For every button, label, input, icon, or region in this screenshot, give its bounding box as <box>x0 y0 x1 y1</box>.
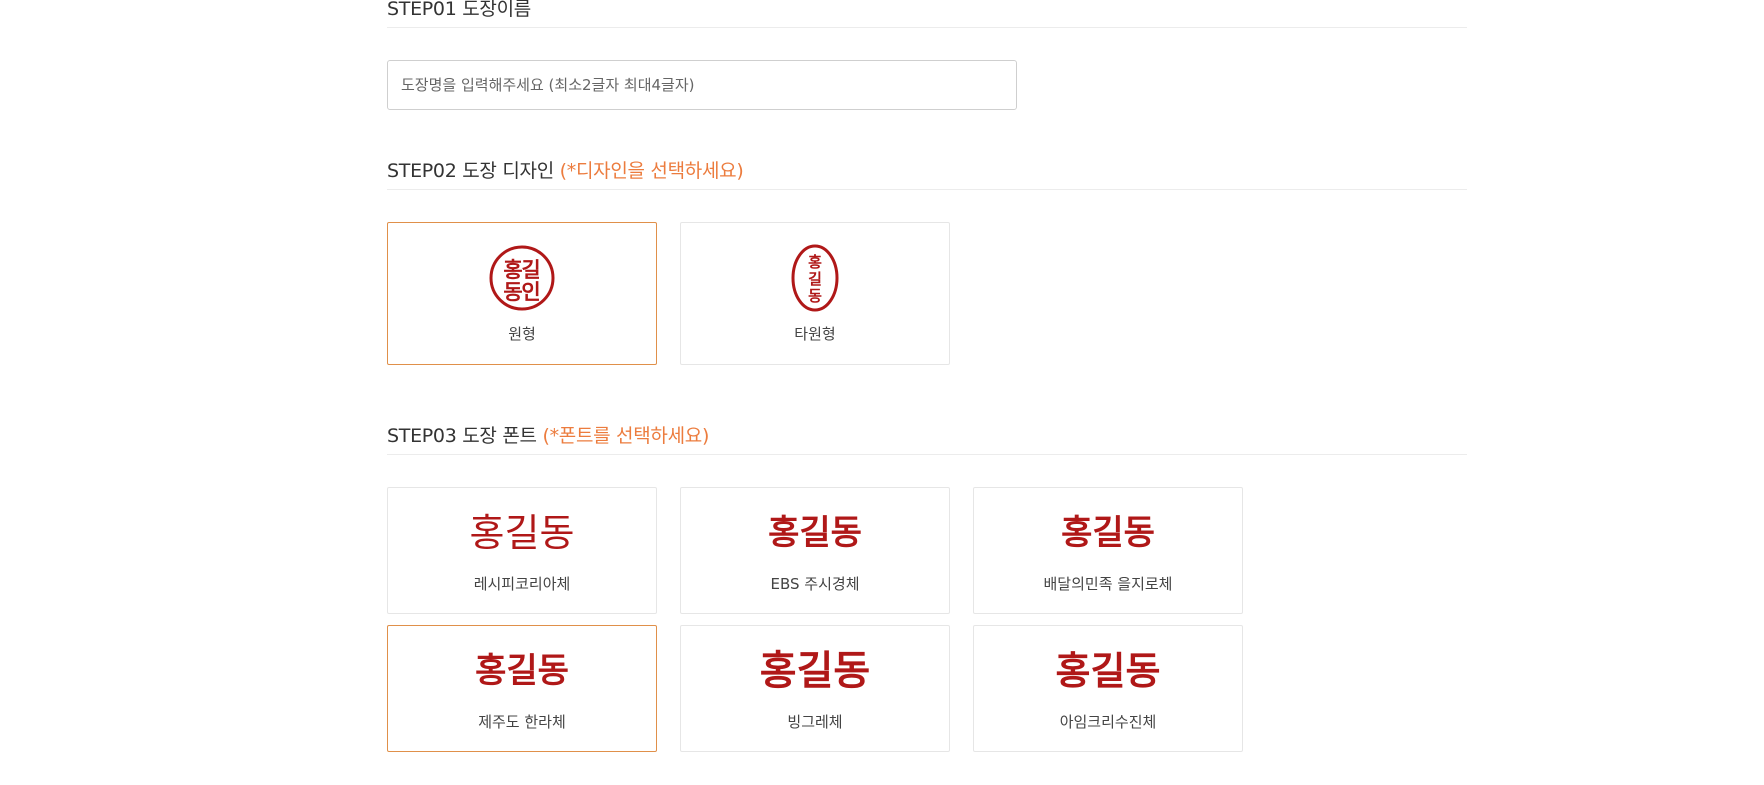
design-option-label: 타원형 <box>794 325 836 343</box>
font-option-baemin-euljiro[interactable]: 홍길동 배달의민족 을지로체 <box>973 487 1243 614</box>
step2-title-text: STEP02 도장 디자인 <box>387 160 554 182</box>
step1-title: STEP01 도장이름 <box>387 0 1467 28</box>
step1-title-text: STEP01 도장이름 <box>387 0 531 20</box>
seal-char: 동 <box>503 280 522 304</box>
font-sample: 홍길동 <box>475 651 569 691</box>
font-sample: 홍길동 <box>469 511 575 555</box>
step3-title-text: STEP03 도장 폰트 <box>387 425 537 447</box>
font-sample: 홍길동 <box>768 513 862 553</box>
font-option-label: 레시피코리아체 <box>473 575 571 593</box>
font-option-label: 아임크리수진체 <box>1059 713 1157 731</box>
circle-seal-image: 홍 길 동 인 <box>388 243 656 311</box>
font-option-label: EBS 주시경체 <box>770 575 860 593</box>
step2-section: STEP02 도장 디자인 (*디자인을 선택하세요) <box>387 156 1467 190</box>
font-option-label: 배달의민족 을지로체 <box>1043 575 1173 593</box>
font-option-imcresoojin[interactable]: 홍길동 아임크리수진체 <box>973 625 1243 752</box>
step2-title: STEP02 도장 디자인 (*디자인을 선택하세요) <box>387 156 1467 190</box>
seal-char: 홍 <box>503 258 522 282</box>
font-sample: 홍길동 <box>759 648 871 694</box>
step1-section: STEP01 도장이름 <box>387 0 1467 28</box>
seal-char: 인 <box>521 280 540 304</box>
font-option-recipekorea[interactable]: 홍길동 레시피코리아체 <box>387 487 657 614</box>
step3-hint: (*폰트를 선택하세요) <box>542 425 710 447</box>
font-option-jeju-halla[interactable]: 홍길동 제주도 한라체 <box>387 625 657 752</box>
seal-char: 홍 <box>808 253 822 271</box>
font-option-label: 제주도 한라체 <box>478 713 566 731</box>
step3-title: STEP03 도장 폰트 (*폰트를 선택하세요) <box>387 421 1467 455</box>
font-option-ebs-jusigyeong[interactable]: 홍길동 EBS 주시경체 <box>680 487 950 614</box>
stamp-name-input[interactable] <box>387 60 1017 110</box>
seal-char: 길 <box>808 270 822 288</box>
step2-hint: (*디자인을 선택하세요) <box>559 160 744 182</box>
step3-section: STEP03 도장 폰트 (*폰트를 선택하세요) <box>387 421 1467 455</box>
design-option-label: 원형 <box>508 325 536 343</box>
font-sample: 홍길동 <box>1061 513 1155 553</box>
seal-char: 동 <box>808 287 822 305</box>
font-option-binggrae[interactable]: 홍길동 빙그레체 <box>680 625 950 752</box>
oval-seal-image: 홍 길 동 <box>681 243 949 312</box>
design-option-circle[interactable]: 홍 길 동 인 원형 <box>387 222 657 365</box>
font-option-label: 빙그레체 <box>787 713 843 731</box>
seal-char: 길 <box>521 258 540 282</box>
design-option-oval[interactable]: 홍 길 동 타원형 <box>680 222 950 365</box>
font-sample: 홍길동 <box>1055 649 1161 693</box>
